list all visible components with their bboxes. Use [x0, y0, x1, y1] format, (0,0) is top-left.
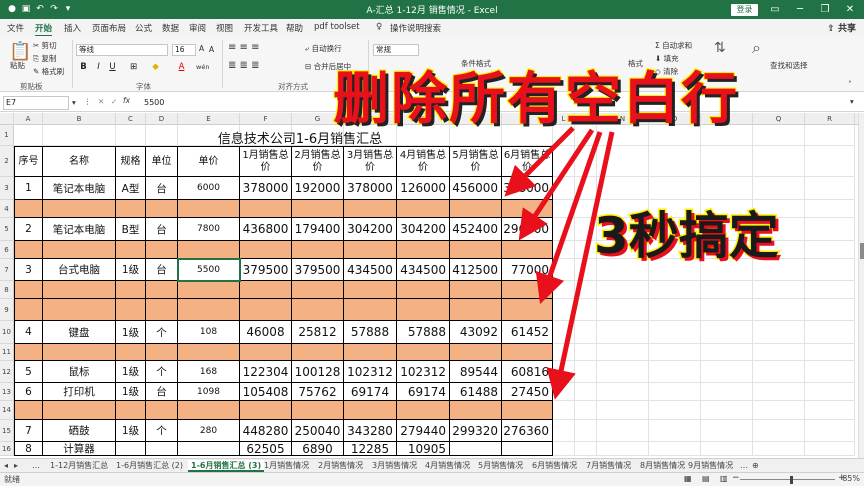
- overlay-subheadline: 3秒搞定: [593, 206, 781, 267]
- overlay-headline: 删除所有空白行: [332, 66, 739, 133]
- excel-window: ● ▣ ↶ ↷ ▾ A-汇总 1-12月 销售情况 - Excel 登录 ▭ ─…: [0, 0, 864, 486]
- arrow-1: [504, 126, 575, 197]
